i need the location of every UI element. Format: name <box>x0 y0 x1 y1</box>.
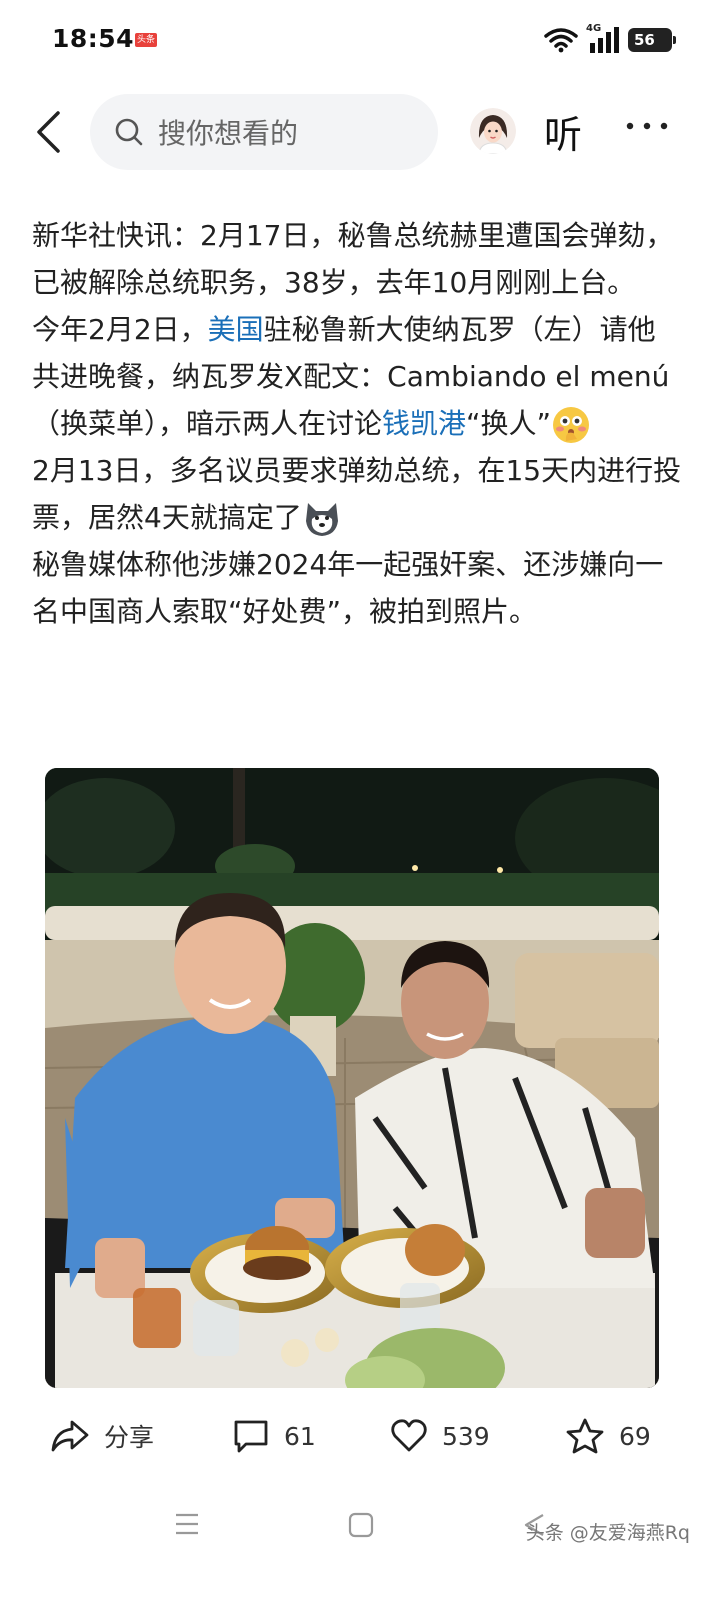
article-paragraph: 2月13日，多名议员要求弹劾总统，在15天内进行投票，居然4天就搞定了 <box>32 447 682 541</box>
article-text: “换人” <box>466 407 552 440</box>
like-count: 539 <box>442 1421 490 1451</box>
article-photo[interactable] <box>45 768 659 1388</box>
article-page: 18:54 头条 4G 56 搜你想看的 听 新华社快讯：2月17日，秘鲁总统赫… <box>0 0 720 1604</box>
article-paragraph: 秘鲁媒体称他涉嫌2024年一起强奸案、还涉嫌向一名中国商人索取“好处费”，被拍到… <box>32 541 682 635</box>
home-icon[interactable] <box>348 1512 374 1538</box>
action-bar: 分享 61 539 69 <box>0 1400 720 1474</box>
share-label: 分享 <box>104 1423 155 1452</box>
search-icon <box>115 118 143 146</box>
network-type: 4G <box>586 23 602 34</box>
share-button[interactable]: 分享 <box>50 1414 154 1458</box>
article-link[interactable]: 美国 <box>208 313 264 346</box>
share-icon <box>51 1420 89 1452</box>
article-text: 2月13日，多名议员要求弹劾总统，在15天内进行投票，居然4天就搞定了 <box>32 454 682 534</box>
favorite-button[interactable]: 69 <box>565 1414 651 1458</box>
article-body: 新华社快讯：2月17日，秘鲁总统赫里遭国会弹劾，已被解除总统职务，38岁，去年1… <box>32 212 682 635</box>
article-paragraph: 新华社快讯：2月17日，秘鲁总统赫里遭国会弹劾，已被解除总统职务，38岁，去年1… <box>32 212 682 306</box>
article-paragraph: 今年2月2日，美国驻秘鲁新大使纳瓦罗（左）请他共进晚餐，纳瓦罗发X配文：Camb… <box>32 306 682 447</box>
wifi-icon <box>544 28 578 53</box>
cellular-signal-icon: 4G <box>586 23 620 55</box>
status-bar: 18:54 头条 4G 56 <box>0 0 720 80</box>
status-app-badge: 头条 <box>135 33 157 47</box>
article-text: 秘鲁媒体称他涉嫌2024年一起强奸案、还涉嫌向一名中国商人索取“好处费”，被拍到… <box>32 548 664 628</box>
comment-icon <box>234 1420 268 1453</box>
article-text: 今年2月2日， <box>32 313 208 346</box>
more-dots-icon <box>626 122 668 130</box>
favorite-count: 69 <box>619 1421 651 1451</box>
battery-indicator: 56 <box>628 28 676 52</box>
husky-emoji <box>302 499 342 539</box>
search-placeholder: 搜你想看的 <box>158 117 299 150</box>
heart-icon <box>391 1419 427 1452</box>
listen-button[interactable]: 听 <box>544 104 582 159</box>
star-icon <box>566 1418 604 1454</box>
more-button[interactable] <box>624 116 670 136</box>
search-input[interactable]: 搜你想看的 <box>90 94 438 170</box>
like-button[interactable]: 539 <box>390 1414 490 1458</box>
watermark: 头条 @友爱海燕Rq <box>525 1522 690 1544</box>
comment-count: 61 <box>284 1421 316 1451</box>
header: 搜你想看的 听 <box>0 90 720 174</box>
article-text: 新华社快讯：2月17日，秘鲁总统赫里遭国会弹劾，已被解除总统职务，38岁，去年1… <box>32 219 674 299</box>
chevron-left-icon <box>37 111 60 153</box>
back-button[interactable] <box>28 108 68 156</box>
status-time: 18:54 <box>52 24 135 53</box>
status-icons: 4G 56 <box>544 23 676 56</box>
article-link[interactable]: 钱凯港 <box>382 407 466 440</box>
comment-button[interactable]: 61 <box>232 1414 316 1458</box>
avatar[interactable] <box>470 108 516 154</box>
menu-icon[interactable] <box>174 1512 200 1536</box>
flushed-hand-emoji <box>551 405 591 445</box>
